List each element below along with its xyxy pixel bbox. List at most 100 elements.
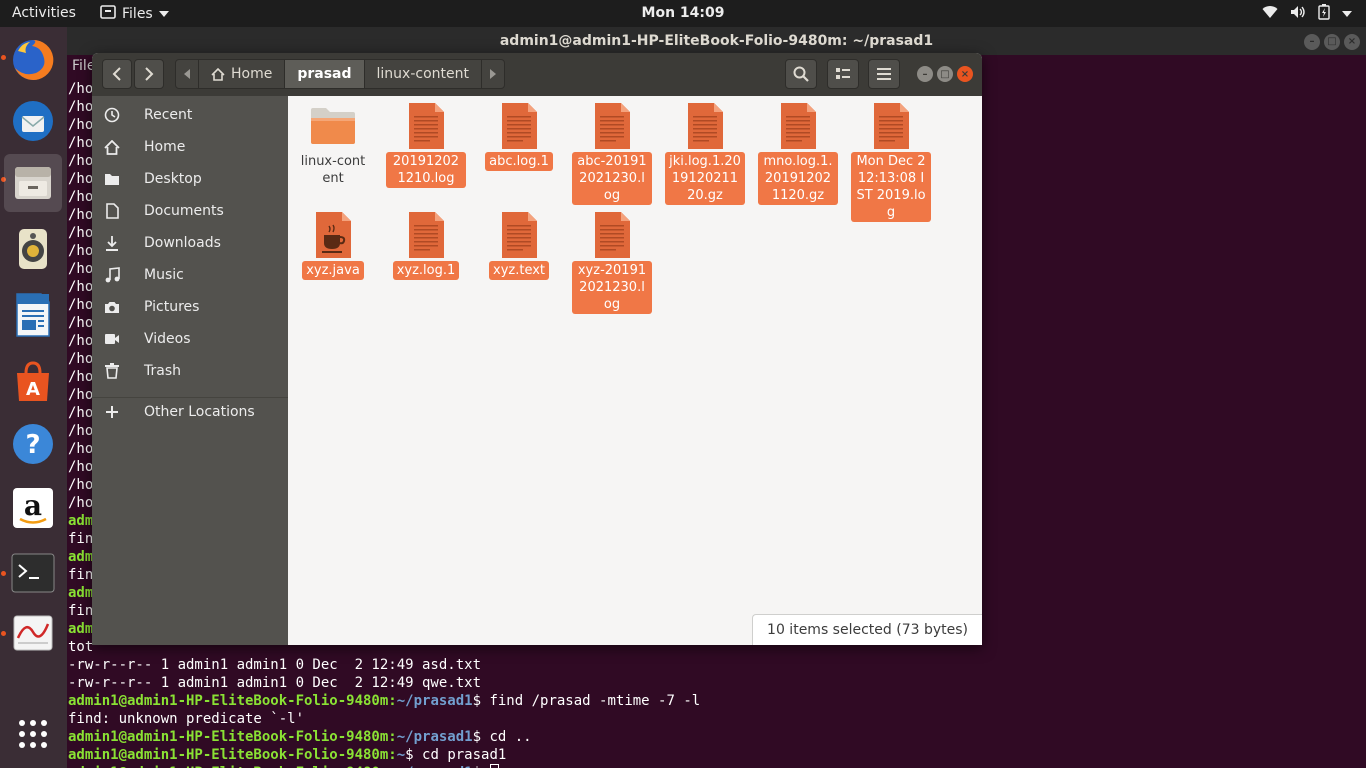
prompt-symbol: $ xyxy=(472,729,490,745)
file-item[interactable]: mno.log.1.201912021120.gz xyxy=(757,102,839,205)
sidebar-item-downloads[interactable]: Downloads xyxy=(92,227,288,259)
prompt-colon: : xyxy=(388,729,397,745)
prompt-command: cd prasad1 xyxy=(422,747,507,763)
system-monitor-icon[interactable] xyxy=(4,604,62,662)
file-name: xyz.java xyxy=(302,261,364,280)
file-item[interactable]: xyz.text xyxy=(478,211,560,280)
file-name: abc-201912021230.log xyxy=(572,152,652,205)
amazon-icon[interactable]: a xyxy=(4,479,62,537)
file-item[interactable]: abc-201912021230.log xyxy=(571,102,653,205)
text-file-icon xyxy=(681,102,729,150)
files-headerbar[interactable]: Home prasad linux-content – □ × xyxy=(92,53,982,96)
files-icon[interactable] xyxy=(4,154,62,212)
text-file-icon xyxy=(402,102,450,150)
maximize-window-button[interactable]: □ xyxy=(937,66,953,82)
file-item[interactable]: abc.log.1 xyxy=(478,102,560,171)
volume-icon[interactable] xyxy=(1290,5,1306,23)
sidebar-item-pictures[interactable]: Pictures xyxy=(92,291,288,323)
text-file-icon xyxy=(495,102,543,150)
sidebar-item-music[interactable]: Music xyxy=(92,259,288,291)
minimize-window-button[interactable]: – xyxy=(917,66,933,82)
dock: A ? a xyxy=(0,27,67,768)
text-file-icon xyxy=(588,102,636,150)
folder-item[interactable]: linux-content xyxy=(292,102,374,188)
back-button[interactable] xyxy=(102,59,132,89)
search-button[interactable] xyxy=(785,59,817,89)
terminal-line: find: unknown predicate `-l' xyxy=(68,711,305,727)
terminal-line: admin1@admin1-HP-EliteBook-Folio-9480m:~… xyxy=(68,764,700,768)
show-apps-icon[interactable] xyxy=(4,705,62,763)
close-icon[interactable]: × xyxy=(1344,34,1360,50)
file-item[interactable]: xyz-201912021230.log xyxy=(571,211,653,314)
activities-button[interactable]: Activities xyxy=(12,5,76,21)
maximize-icon[interactable]: □ xyxy=(1324,34,1340,50)
path-scroll-left-button[interactable] xyxy=(176,60,199,88)
sidebar-item-home[interactable]: Home xyxy=(92,131,288,163)
minimize-icon: – xyxy=(922,68,928,80)
terminal-title: admin1@admin1-HP-EliteBook-Folio-9480m: … xyxy=(499,33,934,49)
sidebar-item-documents[interactable]: Documents xyxy=(92,195,288,227)
view-options-button[interactable] xyxy=(827,59,859,89)
terminal-icon[interactable] xyxy=(4,544,62,602)
sidebar-item-label: Home xyxy=(144,139,186,155)
terminal-line: admin1@admin1-HP-EliteBook-Folio-9480m:~… xyxy=(68,692,700,710)
text-file-icon xyxy=(495,211,543,259)
top-bar: Activities Files Mon 14:09 xyxy=(0,0,1366,27)
prompt-colon: : xyxy=(388,693,397,709)
hamburger-icon xyxy=(877,68,891,80)
search-icon xyxy=(793,66,809,82)
file-item[interactable]: 201912021210.log xyxy=(385,102,467,188)
sidebar-item-desktop[interactable]: Desktop xyxy=(92,163,288,195)
prompt-symbol: $ xyxy=(405,747,423,763)
close-icon: × xyxy=(960,68,970,80)
firefox-icon[interactable] xyxy=(4,31,62,89)
minimize-icon[interactable]: – xyxy=(1304,34,1320,50)
file-item[interactable]: xyz.java xyxy=(292,211,374,280)
places-sidebar: Recent Home Desktop Documents Downloads Music… xyxy=(92,96,288,645)
list-view-icon xyxy=(836,68,850,79)
software-center-icon[interactable]: A xyxy=(4,352,62,410)
video-icon xyxy=(92,333,132,345)
terminal-line: -rw-r--r-- 1 admin1 admin1 0 Dec 2 12:49… xyxy=(68,657,482,673)
file-name: xyz-201912021230.log xyxy=(572,261,652,314)
file-item[interactable]: Mon Dec 2 12:13:08 IST 2019.log xyxy=(850,102,932,222)
files-app-icon xyxy=(100,5,116,23)
wifi-icon[interactable] xyxy=(1262,5,1278,23)
close-window-button[interactable]: × xyxy=(957,66,973,82)
path-scroll-right-button[interactable] xyxy=(482,60,504,88)
sidebar-item-other-locations[interactable]: Other Locations xyxy=(92,396,288,428)
help-icon[interactable]: ? xyxy=(4,415,62,473)
chevron-left-icon xyxy=(112,67,121,81)
path-child-button[interactable]: linux-content xyxy=(365,60,482,88)
hamburger-menu-button[interactable] xyxy=(868,59,900,89)
path-current-button[interactable]: prasad xyxy=(285,60,365,88)
sidebar-item-recent[interactable]: Recent xyxy=(92,99,288,131)
file-item[interactable]: jki.log.1.201912021120.gz xyxy=(664,102,746,205)
folder-icon xyxy=(309,102,357,150)
chevron-down-icon xyxy=(158,6,169,22)
trash-icon xyxy=(92,363,132,379)
battery-icon[interactable] xyxy=(1318,4,1330,24)
maximize-icon: □ xyxy=(940,68,950,80)
sidebar-item-label: Recent xyxy=(144,107,193,123)
folder-icon xyxy=(92,172,132,186)
file-name: mno.log.1.201912021120.gz xyxy=(758,152,838,205)
libreoffice-writer-icon[interactable] xyxy=(4,286,62,344)
forward-button[interactable] xyxy=(134,59,164,89)
sidebar-item-label: Pictures xyxy=(144,299,200,315)
file-item[interactable]: xyz.log.1 xyxy=(385,211,467,280)
camera-icon xyxy=(92,300,132,314)
system-tray[interactable] xyxy=(1262,4,1352,24)
sidebar-item-trash[interactable]: Trash xyxy=(92,355,288,387)
app-menu[interactable]: Files xyxy=(100,5,169,23)
terminal-titlebar[interactable]: admin1@admin1-HP-EliteBook-Folio-9480m: … xyxy=(67,27,1366,55)
clock[interactable]: Mon 14:09 xyxy=(642,5,725,21)
java-file-icon xyxy=(309,211,357,259)
rhythmbox-icon[interactable] xyxy=(4,220,62,278)
file-grid[interactable]: linux-content 201912021210.log abc.log.1 ab… xyxy=(288,96,982,645)
sidebar-item-videos[interactable]: Videos xyxy=(92,323,288,355)
thunderbird-icon[interactable] xyxy=(4,92,62,150)
system-menu-chevron-icon[interactable] xyxy=(1342,6,1352,22)
prompt-path: ~ xyxy=(396,747,406,763)
path-home-button[interactable]: Home xyxy=(199,60,286,88)
